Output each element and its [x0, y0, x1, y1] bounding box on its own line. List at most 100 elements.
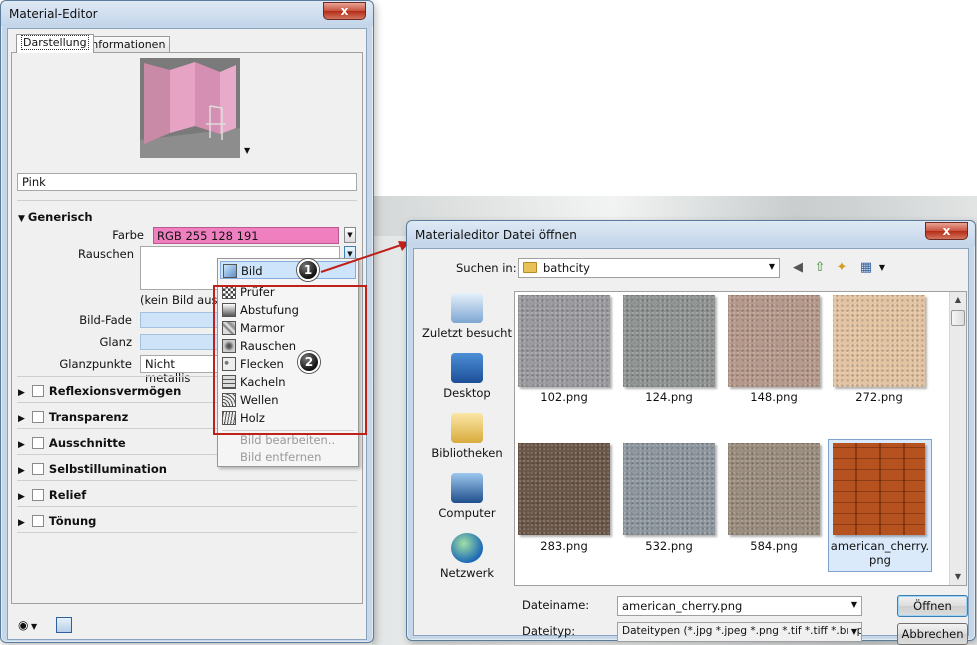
file-list-scrollbar[interactable]: ▲ ▼ — [949, 292, 966, 585]
chevron-down-icon: ▼ — [847, 627, 857, 636]
file-name-field-label: Dateiname: — [522, 598, 590, 612]
section-label: Reflexionsvermögen — [48, 384, 182, 398]
expand-triangle-icon: ▶ — [18, 440, 25, 450]
section-reflexionsvermoegen[interactable]: ▶ Reflexionsvermögen — [18, 384, 181, 398]
tab-darstellung-label: Darstellung — [21, 35, 89, 50]
place-network[interactable]: Netzwerk — [422, 533, 512, 580]
farbe-dropdown-button[interactable]: ▼ — [344, 227, 356, 243]
place-label: Netzwerk — [439, 566, 495, 580]
tab-informationen[interactable]: Informationen — [83, 36, 171, 53]
section-generisch-label: Generisch — [27, 210, 93, 224]
section-label: Ausschnitte — [48, 436, 126, 450]
recent-places-icon — [451, 293, 483, 323]
file-list: 102.png 124.png 148.png 272.png 283.png … — [514, 291, 967, 586]
look-in-value: bathcity — [543, 261, 590, 275]
farbe-color-field[interactable]: RGB 255 128 191 — [153, 227, 339, 244]
material-editor-close-button[interactable]: x — [323, 2, 366, 20]
section-label: Selbstillumination — [48, 462, 167, 476]
enable-checkbox[interactable] — [31, 489, 44, 501]
glanz-label: Glanz — [99, 335, 132, 349]
network-globe-icon — [451, 533, 483, 563]
up-folder-icon[interactable]: ⇧ — [812, 260, 828, 276]
new-folder-icon[interactable]: ✦ — [834, 260, 850, 276]
expand-triangle-icon: ▶ — [18, 492, 25, 502]
file-dialog-close-button[interactable]: x — [925, 222, 968, 240]
place-libraries[interactable]: Bibliotheken — [422, 413, 512, 460]
scroll-thumb[interactable] — [951, 310, 965, 326]
file-open-dialog: Materialeditor Datei öffnen x Suchen in:… — [406, 220, 976, 645]
chevron-down-icon: ▼ — [28, 622, 38, 631]
place-desktop[interactable]: Desktop — [422, 353, 512, 400]
preview-menu-arrow-icon[interactable]: ▼ — [244, 146, 250, 155]
enable-checkbox[interactable] — [31, 437, 44, 449]
divider — [17, 480, 357, 481]
create-material-button[interactable]: ◉ ▼ — [18, 618, 37, 632]
material-browser-icon[interactable] — [56, 617, 72, 633]
scroll-down-icon[interactable]: ▼ — [950, 569, 966, 585]
open-button[interactable]: Öffnen — [897, 595, 968, 617]
chevron-down-icon: ▼ — [768, 262, 775, 271]
annotation-highlight-box — [213, 285, 367, 435]
menu-item-bild-entfernen: Bild entfernen — [240, 450, 322, 464]
file-name-label: 272.png — [855, 390, 903, 404]
bild-fade-slider[interactable] — [140, 312, 220, 328]
scroll-up-icon[interactable]: ▲ — [950, 292, 966, 308]
view-menu-icon[interactable]: ▦ — [858, 260, 874, 276]
chevron-down-icon[interactable]: ▼ — [874, 260, 890, 276]
section-transparenz[interactable]: ▶ Transparenz — [18, 410, 128, 424]
section-label: Tönung — [48, 514, 97, 528]
divider — [17, 506, 357, 507]
file-name-label: 102.png — [540, 390, 588, 404]
cancel-button[interactable]: Abbrechen — [897, 623, 968, 645]
tab-darstellung[interactable]: Darstellung — [16, 34, 94, 53]
glanz-slider[interactable] — [140, 334, 220, 350]
material-name-field[interactable]: Pink — [17, 173, 357, 191]
file-dialog-titlebar: Materialeditor Datei öffnen x — [407, 221, 975, 246]
section-relief[interactable]: ▶ Relief — [18, 488, 86, 502]
rauschen-label: Rauschen — [77, 247, 134, 261]
desktop-icon — [451, 353, 483, 383]
file-name-input[interactable]: american_cherry.png ▼ — [617, 596, 862, 616]
chevron-down-icon: ▼ — [850, 600, 857, 609]
file-thumb-283[interactable] — [518, 443, 610, 535]
file-type-select[interactable]: Dateitypen (*.jpg *.jpeg *.png *.tif *.t… — [617, 622, 862, 642]
globe-add-icon: ◉ — [18, 618, 29, 632]
file-thumb-272[interactable] — [833, 295, 925, 387]
place-computer[interactable]: Computer — [422, 473, 512, 520]
file-thumb-124[interactable] — [623, 295, 715, 387]
look-in-combo[interactable]: bathcity ▼ — [518, 258, 780, 278]
enable-checkbox[interactable] — [31, 515, 44, 527]
glanzpunkte-combo[interactable]: Nicht metallis — [140, 355, 220, 385]
file-name-label: 124.png — [645, 390, 693, 404]
section-generisch[interactable]: ▼ Generisch — [18, 210, 93, 224]
file-name-label: 148.png — [750, 390, 798, 404]
file-thumb-584[interactable] — [728, 443, 820, 535]
file-thumb-102[interactable] — [518, 295, 610, 387]
bild-fade-label: Bild-Fade — [79, 313, 132, 327]
section-toenung[interactable]: ▶ Tönung — [18, 514, 96, 528]
menu-item-bild[interactable]: Bild — [220, 261, 356, 279]
place-label: Zuletzt besucht — [422, 326, 512, 340]
divider — [17, 200, 357, 201]
file-name-label: american_cherry.png — [830, 539, 930, 567]
place-label: Computer — [438, 506, 496, 520]
place-recent[interactable]: Zuletzt besucht — [422, 293, 512, 340]
image-icon — [223, 264, 237, 278]
collapse-triangle-icon: ▼ — [18, 214, 25, 224]
section-selbstillumination[interactable]: ▶ Selbstillumination — [18, 462, 167, 476]
back-icon[interactable]: ◀ — [790, 260, 806, 276]
material-preview[interactable] — [140, 58, 240, 158]
section-label: Transparenz — [48, 410, 129, 424]
file-thumb-american-cherry[interactable] — [833, 443, 925, 535]
section-label: Relief — [48, 488, 87, 502]
enable-checkbox[interactable] — [31, 411, 44, 423]
file-thumb-148[interactable] — [728, 295, 820, 387]
material-editor-title: Material-Editor — [9, 7, 98, 21]
file-name-input-value: american_cherry.png — [622, 599, 743, 613]
file-type-field-label: Dateityp: — [522, 624, 576, 638]
file-thumb-532[interactable] — [623, 443, 715, 535]
section-ausschnitte[interactable]: ▶ Ausschnitte — [18, 436, 126, 450]
enable-checkbox[interactable] — [31, 385, 44, 397]
enable-checkbox[interactable] — [31, 463, 44, 475]
glanzpunkte-label: Glanzpunkte — [59, 357, 132, 371]
